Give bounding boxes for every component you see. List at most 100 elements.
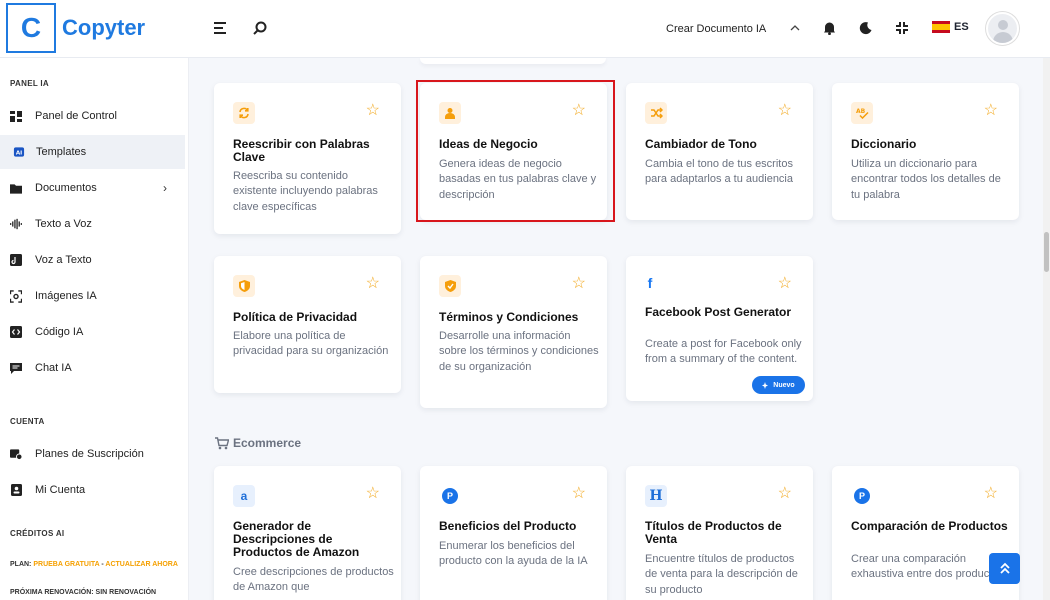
code-icon [10,326,22,338]
card-title: Ideas de Negocio [439,137,538,151]
sidebar-item-templates[interactable]: AI Templates [0,135,185,169]
favorite-star-icon[interactable]: ☆ [778,103,792,119]
menu-icon[interactable] [211,18,231,38]
sidebar-item-label: Planes de Suscripción [35,448,144,460]
amazon-icon: a [233,485,255,507]
card-title: Beneficios del Producto [439,519,577,533]
template-card-terminos-y-condiciones[interactable]: ☆ Términos y Condiciones Desarrolle una … [420,256,607,408]
new-badge[interactable]: Nuevo [752,376,805,394]
card-description: Utiliza un diccionario para encontrar to… [851,158,1001,201]
sidebar-item-label: Imágenes IA [35,290,97,302]
template-card-cambiador-de-tono[interactable]: ☆ Cambiador de Tono Cambia el tono de tu… [626,83,813,220]
compare-p-icon: P [851,485,873,507]
cart-icon [215,436,229,449]
template-card-ideas-de-negocio[interactable]: ☆ Ideas de Negocio Genera ideas de negoc… [420,83,607,220]
section-heading-label: Ecommerce [233,436,302,450]
spellcheck-icon: AB [851,102,873,124]
card-title: Reescribir con Palabras Clave [233,137,370,164]
scroll-to-top-button[interactable] [989,553,1020,584]
shuffle-icon [645,102,667,124]
favorite-star-icon[interactable]: ☆ [778,276,792,292]
sidebar-item-label: Documentos [35,182,97,194]
bell-icon[interactable] [819,18,839,38]
language-selector[interactable]: ES [932,21,969,33]
card-description: Genera ideas de negocio basadas en tus p… [439,158,597,201]
avatar[interactable] [986,12,1019,45]
sidebar-item-voz-a-texto[interactable]: Voz a Texto [0,243,185,277]
svg-text:AB: AB [856,108,866,115]
chevron-up-icon[interactable] [785,18,805,38]
refresh-icon [233,102,255,124]
facebook-icon: f [647,275,653,291]
sidebar-item-label: Panel de Control [35,110,117,122]
svg-text:AI: AI [16,150,22,156]
sidebar-item-documentos[interactable]: Documentos › [0,171,185,205]
audio-file-icon [10,254,22,266]
card-title: Títulos de Productos de Venta [645,519,782,546]
card-title: Facebook Post Generator [645,305,792,319]
card-edge [420,58,606,64]
image-scan-icon [10,289,22,303]
card-title: Política de Privacidad [233,310,358,324]
favorite-star-icon[interactable]: ☆ [366,276,380,292]
top-bar: C Copyter Crear Documento IA ES [0,0,1050,58]
product-p-icon: P [439,485,461,507]
logo[interactable]: C Copyter [6,3,145,53]
section-title-creditos: CRÉDITOS AI [10,529,65,538]
renewal-info: PRÓXIMA RENOVACIÓN: SIN RENOVACIÓN [10,589,157,596]
favorite-star-icon[interactable]: ☆ [572,103,586,119]
favorite-star-icon[interactable]: ☆ [366,103,380,119]
sidebar-item-panel-de-control[interactable]: Panel de Control [0,99,185,133]
card-description: Encuentre títulos de productos de venta … [645,553,798,596]
card-description: Desarrolle una información sobre los tér… [439,330,599,373]
search-icon[interactable] [250,18,270,38]
double-chevron-up-icon [999,562,1010,574]
plan-name: PRUEBA GRATUITA [33,561,100,568]
create-document-button[interactable]: Crear Documento IA [666,23,766,35]
sparkle-icon [762,381,769,389]
chat-icon [10,362,22,374]
sidebar-item-chat-ia[interactable]: Chat IA [0,351,185,385]
collapse-icon[interactable] [892,18,912,38]
logo-mark: C [6,3,56,53]
card-description: Reescriba su contenido existente incluye… [233,170,378,213]
upgrade-link[interactable]: ACTUALIZAR AHORA [105,561,177,568]
app-name: Copyter [62,15,146,40]
template-card-amazon-descriptions[interactable]: a ☆ Generador de Descripciones de Produc… [214,466,401,600]
favorite-star-icon[interactable]: ☆ [984,486,998,502]
template-card-diccionario[interactable]: AB ☆ Diccionario Utiliza un diccionario … [832,83,1019,220]
sidebar-item-codigo-ia[interactable]: Código IA [0,315,185,349]
card-title: Términos y Condiciones [439,310,579,324]
favorite-star-icon[interactable]: ☆ [572,486,586,502]
favorite-star-icon[interactable]: ☆ [778,486,792,502]
template-card-beneficios-del-producto[interactable]: P ☆ Beneficios del Producto Enumerar los… [420,466,607,600]
favorite-star-icon[interactable]: ☆ [984,103,998,119]
waveform-icon [10,218,22,230]
sidebar-item-mi-cuenta[interactable]: Mi Cuenta [0,473,185,507]
moon-icon[interactable] [856,18,876,38]
template-card-titulos-de-productos[interactable]: H ☆ Títulos de Productos de Venta Encuen… [626,466,813,600]
logo-letter: C [20,12,42,43]
scrollbar-thumb[interactable] [1044,232,1049,272]
card-description: Create a post for Facebook only from a s… [645,338,802,366]
section-heading-ecommerce: Ecommerce [215,436,301,450]
favorite-star-icon[interactable]: ☆ [366,486,380,502]
sidebar-item-planes[interactable]: Planes de Suscripción [0,437,185,471]
sidebar-item-label: Templates [36,146,87,158]
ai-icon: AI [13,146,25,158]
subscription-icon [10,448,22,460]
section-title-panel-ia: PANEL IA [10,79,49,88]
sidebar-item-texto-a-voz[interactable]: Texto a Voz [0,207,185,241]
sidebar-item-imagenes-ia[interactable]: Imágenes IA [0,279,185,313]
card-description: Cree descripciones de productos de Amazo… [233,566,394,594]
sidebar: PANEL IA Panel de Control AI Templates D… [0,58,189,600]
card-title: Diccionario [851,137,917,151]
scrollbar-track[interactable] [1043,58,1050,600]
chevron-right-icon: › [163,181,167,195]
card-title: Cambiador de Tono [645,137,757,151]
template-card-politica-de-privacidad[interactable]: ☆ Política de Privacidad Elabore una pol… [214,256,401,393]
businessman-icon [439,102,461,124]
template-card-reescribir[interactable]: ☆ Reescribir con Palabras Clave Reescrib… [214,83,401,234]
shield-check-icon [439,275,461,297]
favorite-star-icon[interactable]: ☆ [572,276,586,292]
